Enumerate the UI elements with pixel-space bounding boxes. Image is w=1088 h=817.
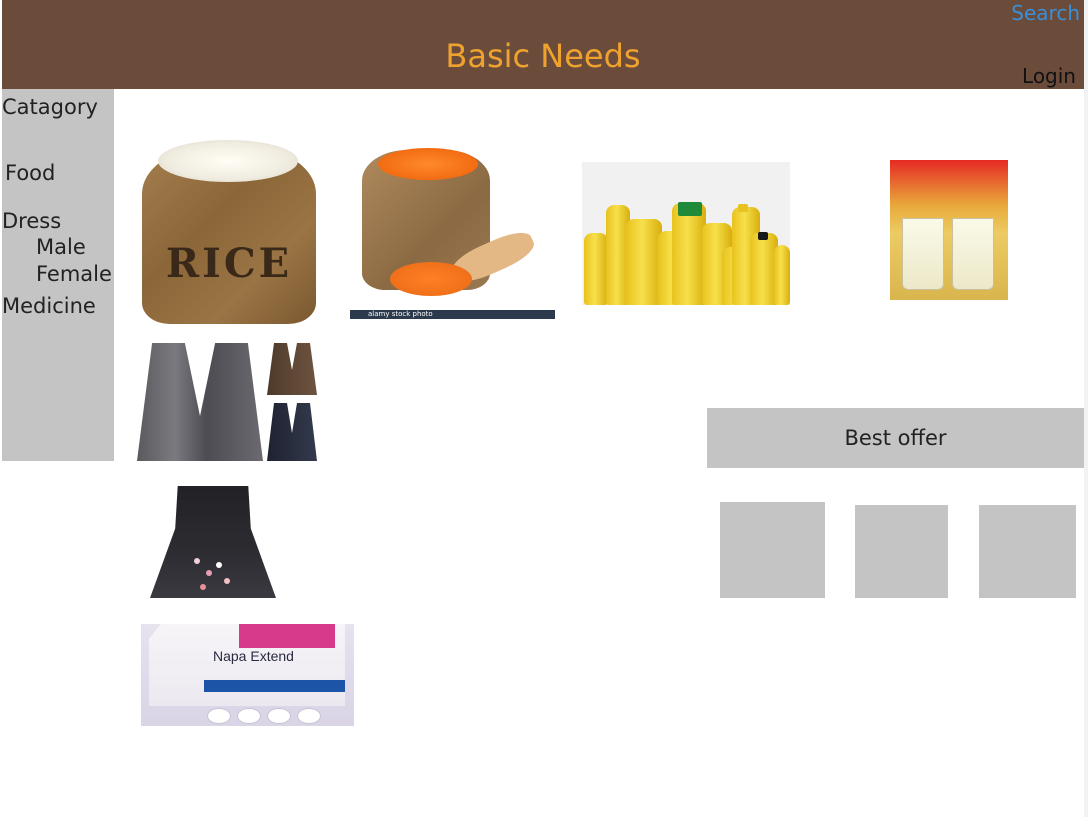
product-spice-image[interactable] — [848, 160, 1010, 300]
product-blazer-image[interactable] — [137, 343, 318, 461]
medicine-stripe — [204, 680, 345, 692]
sidebar-item-male[interactable]: Male — [36, 235, 86, 259]
oil-bottle-graphic — [774, 245, 790, 305]
pill-graphic — [237, 708, 261, 724]
oil-bottle-graphic — [672, 203, 706, 305]
bottle-cap-graphic — [738, 204, 748, 212]
flower-print-graphic — [206, 570, 212, 576]
page-edge-strip — [1084, 0, 1088, 817]
lentil-pile-graphic — [390, 262, 472, 296]
product-rice-image[interactable]: RICE — [140, 140, 318, 325]
blazer-graphic — [137, 343, 263, 461]
flower-print-graphic — [216, 562, 222, 568]
sidebar-item-dress[interactable]: Dress — [2, 209, 61, 233]
medicine-brand-name: Napa Extend — [213, 648, 294, 664]
glass-graphic — [952, 218, 994, 290]
best-offer-title: Best offer — [844, 426, 947, 450]
medicine-box-graphic: Napa Extend — [149, 624, 345, 706]
flower-print-graphic — [194, 558, 200, 564]
dress-graphic — [150, 486, 276, 598]
offer-item-placeholder[interactable] — [855, 505, 948, 598]
product-dress-image[interactable] — [150, 486, 276, 598]
product-lentil-image[interactable]: alamy stock photo — [350, 138, 555, 319]
offer-item-placeholder[interactable] — [720, 502, 825, 598]
stock-watermark: alamy stock photo — [350, 310, 555, 319]
pill-graphic — [267, 708, 291, 724]
oil-bottle-graphic — [626, 219, 662, 305]
lentil-top-graphic — [378, 148, 478, 180]
sidebar-item-female[interactable]: Female — [36, 262, 112, 286]
search-link[interactable]: Search — [1011, 1, 1080, 25]
site-title: Basic Needs — [445, 37, 641, 75]
brown-blazer-graphic — [267, 343, 317, 395]
product-oil-image[interactable] — [582, 162, 790, 305]
navy-blazer-graphic — [267, 403, 317, 461]
pill-graphic — [207, 708, 231, 724]
sidebar-item-food[interactable]: Food — [5, 161, 55, 185]
glass-graphic — [902, 218, 944, 290]
site-header: Basic Needs Search Login — [2, 0, 1084, 89]
offer-item-placeholder[interactable] — [979, 505, 1076, 598]
login-link[interactable]: Login — [1022, 64, 1076, 88]
sidebar-item-medicine[interactable]: Medicine — [2, 294, 96, 318]
flower-print-graphic — [224, 578, 230, 584]
spice-box-graphic — [890, 160, 1008, 300]
best-offer-banner: Best offer — [707, 408, 1084, 468]
pill-graphic — [297, 708, 321, 724]
bottle-cap-graphic — [678, 202, 702, 216]
category-sidebar: Catagory Food Dress Male Female Medicine — [2, 89, 114, 461]
bottle-cap-graphic — [758, 232, 768, 240]
rice-grain-graphic — [158, 140, 298, 182]
flower-print-graphic — [200, 584, 206, 590]
oil-bottle-graphic — [584, 233, 608, 305]
product-medicine-image[interactable]: Napa Extend — [141, 624, 354, 726]
sidebar-heading: Catagory — [2, 95, 98, 119]
rice-sack-label: RICE — [165, 240, 293, 287]
medicine-stripe — [239, 624, 335, 648]
